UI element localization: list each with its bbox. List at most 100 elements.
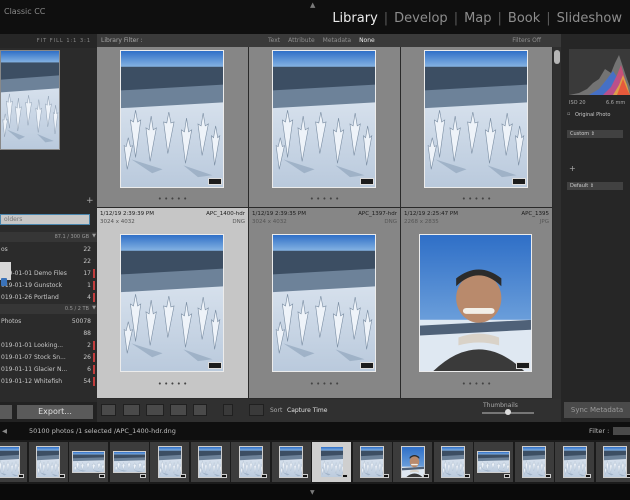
folder-row[interactable]: 019-01-01 Demo Files 17	[0, 268, 97, 279]
navigator-preview[interactable]	[0, 50, 60, 150]
rating-dots[interactable]: • • • • •	[97, 380, 248, 388]
filmstrip-source-info[interactable]: 50100 photos /1 selected /APC_1400-hdr.d…	[29, 422, 176, 440]
filmstrip-cell[interactable]	[393, 442, 432, 482]
rating-dots[interactable]: • • • • •	[401, 380, 552, 388]
filmstrip-cell[interactable]	[514, 442, 554, 482]
zoom-3-1[interactable]: 3:1	[80, 38, 91, 44]
photo-thumbnail[interactable]	[272, 50, 376, 188]
collapse-triangle-icon[interactable]: ▼	[92, 305, 96, 311]
filmstrip-thumbnail[interactable]	[238, 446, 263, 478]
collapse-triangle-icon[interactable]: ▼	[92, 233, 96, 239]
filter-none[interactable]: None	[355, 34, 379, 47]
filmstrip-cell[interactable]	[150, 442, 189, 482]
filmstrip-cell[interactable]	[555, 442, 594, 482]
rating-dots[interactable]: • • • • •	[97, 195, 248, 203]
grid-view-icon[interactable]	[101, 404, 116, 416]
filmstrip-cell[interactable]	[0, 442, 27, 482]
folder-row[interactable]: 88	[0, 328, 97, 339]
photo-thumbnail[interactable]	[272, 234, 376, 372]
grid-cell[interactable]: 1/12/19 2:39:35 PM APC_1397-hdr 3024 x 4…	[249, 208, 400, 398]
folder-row[interactable]: 019-01-12 Whitefish 54	[0, 376, 97, 387]
module-library[interactable]: Library	[326, 11, 383, 26]
folder-row[interactable]: os 22	[0, 244, 97, 255]
grid-scrollbar[interactable]	[553, 47, 561, 399]
filmstrip-thumbnail[interactable]	[36, 446, 60, 478]
grid-scrollbar-thumb[interactable]	[554, 50, 560, 64]
grid-cell[interactable]: • • • • •	[97, 47, 248, 207]
filmstrip-thumbnail[interactable]	[279, 446, 303, 478]
folder-row[interactable]: Photos 50078	[0, 316, 97, 327]
folder-row[interactable]: 22	[0, 256, 97, 267]
compare-view-icon[interactable]	[146, 404, 164, 416]
photo-thumbnail[interactable]	[120, 50, 224, 188]
filmstrip-thumbnail[interactable]	[562, 446, 587, 478]
grid-cell-selected[interactable]: 1/12/19 2:39:39 PM APC_1400-hdr 3024 x 4…	[97, 208, 248, 398]
loupe-view-icon[interactable]	[123, 404, 140, 416]
filmstrip-cell[interactable]	[69, 442, 108, 482]
filmstrip-cell-selected[interactable]	[312, 442, 351, 482]
filters-status[interactable]: Filters Off	[512, 34, 541, 47]
zoom-1-1[interactable]: 1:1	[66, 38, 77, 44]
add-folder-icon[interactable]: +	[86, 196, 94, 206]
filmstrip-thumbnail[interactable]	[112, 451, 146, 473]
volume-header[interactable]: 87.1 / 300 GB ▼	[0, 232, 97, 242]
photo-thumbnail[interactable]	[419, 234, 532, 372]
collapse-top-panel-icon[interactable]: ▲	[310, 1, 315, 9]
custom-preset-select[interactable]: Custom ⇕	[567, 130, 623, 138]
filmstrip-cell[interactable]	[595, 442, 630, 482]
filmstrip-thumbnail[interactable]	[198, 446, 222, 478]
folder-row[interactable]: 019-01-01 Looking... 2	[0, 340, 97, 351]
filmstrip-cell[interactable]	[433, 442, 473, 482]
filmstrip-thumbnail[interactable]	[319, 446, 344, 478]
filmstrip-cell[interactable]	[28, 442, 68, 482]
filmstrip-cell[interactable]	[352, 442, 392, 482]
rating-dots[interactable]: • • • • •	[249, 195, 400, 203]
export-button[interactable]: Export...	[17, 405, 93, 419]
filmstrip-thumbnail[interactable]	[522, 446, 546, 478]
sort-direction-icon[interactable]	[249, 404, 264, 416]
collapse-filmstrip-icon[interactable]: ▼	[310, 489, 315, 496]
survey-view-icon[interactable]	[170, 404, 187, 416]
module-book[interactable]: Book	[502, 11, 546, 26]
painter-icon[interactable]	[223, 404, 233, 416]
filmstrip-thumbnail[interactable]	[360, 446, 384, 478]
zoom-fit[interactable]: FIT	[37, 38, 47, 44]
people-view-icon[interactable]	[193, 404, 207, 416]
photo-thumbnail[interactable]	[424, 50, 528, 188]
grid-cell[interactable]: • • • • •	[249, 47, 400, 207]
module-map[interactable]: Map	[458, 11, 497, 26]
filter-text[interactable]: Text	[264, 34, 284, 47]
folder-row[interactable]: 019-01-26 Portland 4	[0, 292, 97, 303]
grid-cell[interactable]: 1/12/19 2:25:47 PM APC_1395 2268 x 2835 …	[401, 208, 552, 398]
original-photo-checkbox-icon[interactable]: ▫	[567, 111, 570, 117]
histogram[interactable]	[569, 49, 630, 95]
filter-metadata[interactable]: Metadata	[319, 34, 355, 47]
folder-row[interactable]: 019-01-11 Glacier N... 6	[0, 364, 97, 375]
rating-dots[interactable]: • • • • •	[249, 380, 400, 388]
filmstrip-thumbnail[interactable]	[477, 451, 510, 473]
filmstrip-thumbnail[interactable]	[400, 446, 425, 478]
filmstrip-cell[interactable]	[190, 442, 230, 482]
filmstrip-thumbnail[interactable]	[441, 446, 465, 478]
add-preset-icon[interactable]: +	[569, 164, 576, 173]
filter-attribute[interactable]: Attribute	[284, 34, 319, 47]
sort-select[interactable]: Capture Time	[287, 407, 327, 414]
volume-header[interactable]: 0.5 / 2 TB ▼	[0, 304, 97, 314]
folder-search-input[interactable]: olders	[0, 214, 90, 225]
filmstrip-cell[interactable]	[474, 442, 513, 482]
photo-thumbnail[interactable]	[120, 234, 224, 372]
filmstrip-cell[interactable]	[109, 442, 149, 482]
filmstrip-cell[interactable]	[231, 442, 270, 482]
filmstrip-thumbnail[interactable]	[72, 451, 105, 473]
zoom-fill[interactable]: FILL	[50, 38, 64, 44]
rating-dots[interactable]: • • • • •	[401, 195, 552, 203]
module-develop[interactable]: Develop	[388, 11, 454, 26]
filmstrip-thumbnail[interactable]	[0, 446, 20, 478]
thumbnail-size-knob[interactable]	[505, 409, 511, 415]
sync-metadata-button[interactable]: Sync Metadata	[564, 402, 630, 418]
folder-row[interactable]: 019-01-19 Gunstock 1	[0, 280, 97, 291]
module-slideshow[interactable]: Slideshow	[551, 11, 628, 26]
folder-row[interactable]: 019-01-07 Stock Sn... 26	[0, 352, 97, 363]
filmstrip-thumbnail[interactable]	[157, 446, 182, 478]
filmstrip-back-icon[interactable]: ◀	[2, 422, 7, 440]
